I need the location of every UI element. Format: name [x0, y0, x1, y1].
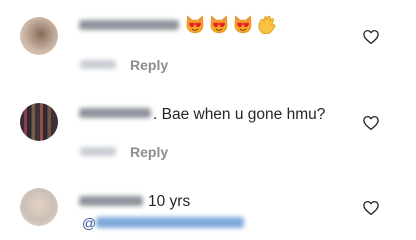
redacted-username[interactable] [79, 196, 143, 206]
heart-outline-icon[interactable] [362, 199, 380, 217]
reply-button[interactable]: Reply [130, 144, 168, 160]
redacted-mention[interactable] [96, 217, 244, 228]
reply-button[interactable]: Reply [130, 57, 168, 73]
comment-text: 10 yrs [148, 193, 191, 210]
waving-hand-emoji [258, 15, 276, 35]
commenter-avatar[interactable] [20, 17, 58, 55]
mention-prefix[interactable]: @ [82, 215, 96, 231]
commenter-avatar[interactable] [20, 188, 58, 226]
redacted-username[interactable] [79, 108, 151, 118]
redacted-timestamp [80, 60, 116, 69]
heart-outline-icon[interactable] [362, 28, 380, 46]
heart-eyes-cat-emoji [234, 15, 252, 34]
heart-eyes-cat-emoji [210, 15, 228, 34]
redacted-username[interactable] [79, 20, 179, 30]
redacted-timestamp [80, 147, 116, 156]
comment-text: . Bae when u gone hmu? [153, 106, 326, 123]
heart-eyes-cat-emoji [186, 15, 204, 34]
heart-outline-icon[interactable] [362, 114, 380, 132]
commenter-avatar[interactable] [20, 103, 58, 141]
